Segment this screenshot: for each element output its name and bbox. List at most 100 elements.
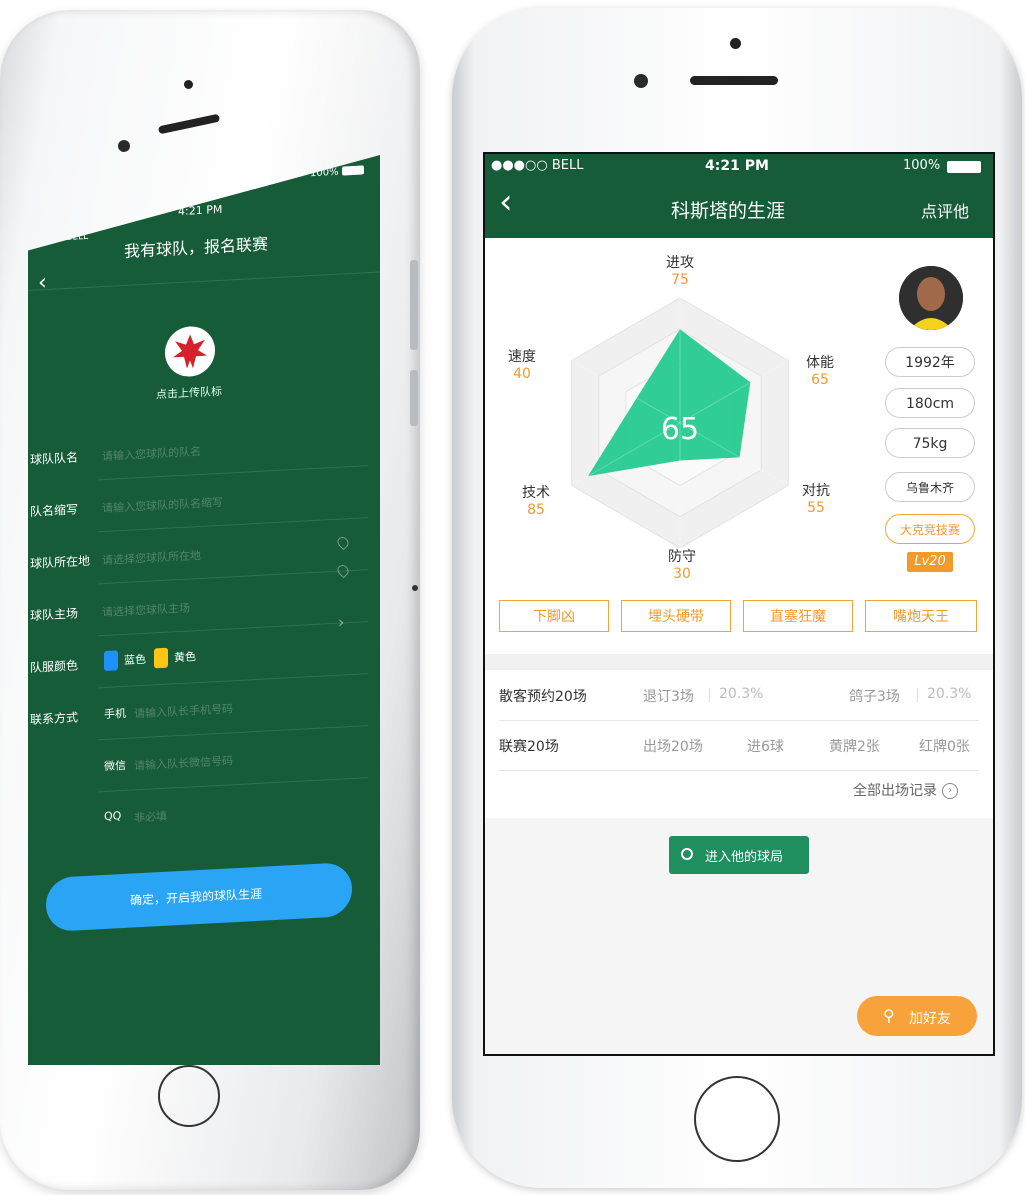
right-home-button[interactable] xyxy=(694,1076,780,1162)
stat-title: 联赛20场 xyxy=(499,739,559,755)
field-placeholder: 请输入您球队的队名缩写 xyxy=(102,495,223,516)
player-avatar-icon xyxy=(899,266,963,330)
left-screen: ●●○○ BELL 4:21 PM 100% ‹ 我有球队，报名联赛 点击上传队… xyxy=(28,155,380,1065)
stats-row-booking: 散客预约20场 退订3场 20.3% 鸽子3场 20.3% xyxy=(499,670,979,721)
location-pin-icon xyxy=(335,534,351,551)
review-button[interactable]: 点评他 xyxy=(921,198,969,222)
all-records-label: 全部出场记录 xyxy=(853,783,937,799)
left-phone-side-dot xyxy=(412,585,418,591)
attr-name: 速度 xyxy=(508,349,536,365)
status-carrier: ●●●○○ BELL xyxy=(491,158,584,173)
field-label: 球队所在地 xyxy=(30,553,91,571)
stats-row-league: 联赛20场 出场20场 进6球 黄牌2张 红牌0张 xyxy=(499,720,979,771)
team-crest-upload[interactable] xyxy=(165,325,215,378)
right-screen: ●●●○○ BELL 4:21 PM 100% ‹ 科斯塔的生涯 点评他 65 … xyxy=(483,152,995,1056)
profile-height: 180cm xyxy=(885,388,975,418)
stat-yellow: 黄牌2张 xyxy=(829,739,880,755)
right-phone-speaker xyxy=(690,76,778,85)
field-label: 球队队名 xyxy=(30,450,79,467)
yellow-label: 黄色 xyxy=(174,650,196,665)
stat-noshow: 鸽子3场 xyxy=(849,689,900,705)
blue-label: 蓝色 xyxy=(124,652,146,667)
battery-icon xyxy=(342,165,364,176)
attr-attack: 进攻 75 xyxy=(655,252,705,288)
status-battery: 100% xyxy=(903,158,941,173)
attr-name: 体能 xyxy=(806,355,834,371)
field-placeholder: 请输入您球队的队名 xyxy=(102,444,201,464)
tag-item[interactable]: 直塞狂魔 xyxy=(743,600,853,632)
field-label: 球队主场 xyxy=(30,606,79,623)
wechat-label: 微信 xyxy=(104,758,126,774)
left-phone-front-camera xyxy=(118,140,130,152)
status-time: 4:21 PM xyxy=(705,158,769,174)
person-add-icon: ⚲ xyxy=(883,1006,895,1025)
submit-label: 确定，开启我的球队生涯 xyxy=(130,886,263,908)
avatar[interactable] xyxy=(899,266,963,330)
attr-value: 75 xyxy=(671,272,689,288)
divider xyxy=(709,688,710,702)
field-placeholder: 请选择您球队所在地 xyxy=(102,548,201,568)
tag-item[interactable]: 嘴炮天王 xyxy=(865,600,977,632)
stat-red: 红牌0张 xyxy=(919,739,970,755)
left-phone-camera xyxy=(184,80,193,89)
qq-placeholder: 非必填 xyxy=(134,809,167,825)
blue-swatch[interactable] xyxy=(104,650,118,672)
stat-appearances: 出场20场 xyxy=(643,739,703,755)
circle-chevron-right-icon: › xyxy=(942,782,959,799)
attr-value: 40 xyxy=(513,366,531,382)
attr-value: 65 xyxy=(811,372,829,388)
right-phone-camera xyxy=(730,38,741,49)
stat-cancel: 退订3场 xyxy=(643,689,694,705)
left-phone: ●●○○ BELL 4:21 PM 100% ‹ 我有球队，报名联赛 点击上传队… xyxy=(0,10,420,1190)
tag-item[interactable]: 埋头硬带 xyxy=(621,600,731,632)
left-phone-side-button-2 xyxy=(410,370,418,426)
stat-title: 散客预约20场 xyxy=(499,689,587,705)
form: 球队队名 请输入您球队的队名 队名缩写 请输入您球队的队名缩写 球队所在地 请选… xyxy=(28,415,380,933)
attr-stamina: 体能 65 xyxy=(795,352,845,388)
field-placeholder: 请选择您球队主场 xyxy=(102,601,190,620)
attr-value: 85 xyxy=(527,502,545,518)
tag-item[interactable]: 下脚凶 xyxy=(499,600,609,632)
enter-games-label: 进入他的球局 xyxy=(705,850,784,865)
back-icon[interactable]: ‹ xyxy=(38,270,47,295)
attr-strength: 对抗 55 xyxy=(791,480,841,516)
back-icon[interactable]: ‹ xyxy=(499,182,513,222)
battery-icon xyxy=(947,161,981,173)
yellow-swatch[interactable] xyxy=(154,647,168,669)
eagle-crest-icon xyxy=(167,328,213,375)
attr-technique: 技术 85 xyxy=(511,482,561,518)
page-title: 科斯塔的生涯 xyxy=(671,200,786,222)
phone-label: 手机 xyxy=(104,706,126,722)
submit-button[interactable]: 确定，开启我的球队生涯 xyxy=(46,862,352,933)
target-icon xyxy=(681,848,693,860)
attr-name: 防守 xyxy=(668,549,696,565)
attr-value: 30 xyxy=(673,566,691,582)
attr-name: 进攻 xyxy=(666,255,694,271)
upload-label: 点击上传队标 xyxy=(156,384,222,402)
stat-goals: 进6球 xyxy=(747,739,784,755)
level-badge: Lv20 xyxy=(907,552,953,572)
stat-noshow-pct: 20.3% xyxy=(927,686,972,702)
add-friend-button[interactable]: ⚲ 加好友 xyxy=(857,996,977,1036)
left-home-button[interactable] xyxy=(158,1065,220,1127)
field-label: 队服颜色 xyxy=(30,658,79,675)
enter-games-button[interactable]: 进入他的球局 xyxy=(669,836,809,874)
qq-label: QQ xyxy=(104,809,122,824)
field-label: 联系方式 xyxy=(30,710,79,727)
profile-city: 乌鲁木齐 xyxy=(885,472,975,502)
right-phone-front-camera xyxy=(634,74,648,88)
header: ●●●○○ BELL 4:21 PM 100% ‹ 科斯塔的生涯 点评他 xyxy=(485,154,993,238)
profile-badge[interactable]: 大克竞技赛 xyxy=(885,514,975,544)
attr-defense: 防守 30 xyxy=(657,546,707,582)
stat-cancel-pct: 20.3% xyxy=(719,686,764,702)
attr-value: 55 xyxy=(807,500,825,516)
profile-year: 1992年 xyxy=(885,347,975,377)
all-records-link[interactable]: 全部出场记录 › xyxy=(853,780,959,800)
left-phone-side-button xyxy=(410,260,418,350)
attr-name: 对抗 xyxy=(802,483,830,499)
phone-placeholder: 请输入队长手机号码 xyxy=(134,702,233,721)
wechat-placeholder: 请输入队长微信号码 xyxy=(134,754,233,773)
profile-weight: 75kg xyxy=(885,428,975,458)
radar-score: 65 xyxy=(660,412,700,447)
header-divider xyxy=(28,271,380,291)
